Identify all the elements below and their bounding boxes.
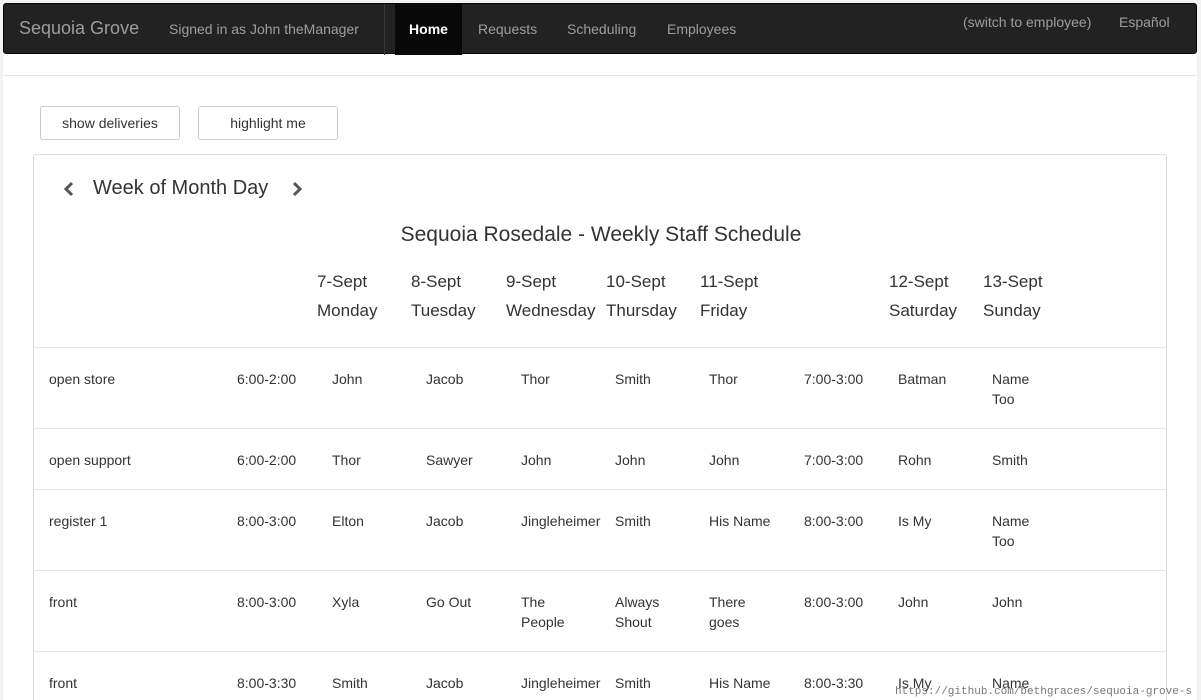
row-divider (34, 651, 1166, 652)
time-cell: 8:00-3:00 (237, 594, 297, 610)
time-cell: 8:00-3:00 (804, 513, 864, 529)
shift-cell[interactable]: Always Shout (615, 592, 670, 632)
shift-cell[interactable]: Name Too (992, 511, 1042, 551)
shift-cell[interactable]: Go Out (426, 592, 506, 612)
shift-cell[interactable]: Thor (332, 450, 412, 470)
position-cell: register 1 (49, 513, 108, 529)
shift-cell[interactable]: Jacob (426, 369, 506, 389)
shift-cell[interactable]: Xyla (332, 592, 412, 612)
shift-cell[interactable]: His Name (709, 673, 789, 693)
shift-cell[interactable]: John (992, 592, 1042, 612)
shift-cell[interactable]: Thor (521, 369, 601, 389)
nav-home[interactable]: Home (395, 4, 462, 55)
time-cell: 7:00-3:00 (804, 452, 864, 468)
row-divider (34, 570, 1166, 571)
shift-cell[interactable]: Jacob (426, 511, 506, 531)
shift-cell[interactable]: Elton (332, 511, 412, 531)
nav-divider (384, 4, 385, 55)
nav-requests[interactable]: Requests (478, 4, 537, 55)
language-link[interactable]: Español (1119, 14, 1170, 30)
shift-cell[interactable]: Thor (709, 369, 789, 389)
time-cell: 6:00-2:00 (237, 371, 297, 387)
row-divider (34, 428, 1166, 429)
shift-cell[interactable]: Smith (615, 511, 695, 531)
chevron-left-icon[interactable] (61, 181, 77, 197)
shift-cell[interactable]: Smith (615, 369, 695, 389)
time-cell: 8:00-3:00 (804, 594, 864, 610)
day-name: Wednesday (506, 301, 596, 320)
shift-cell[interactable]: Is My (898, 511, 978, 531)
time-cell: 8:00-3:30 (804, 675, 864, 691)
row-divider (34, 489, 1166, 490)
day-name: Tuesday (411, 301, 476, 320)
header-divider (3, 75, 1197, 76)
shift-cell[interactable]: Sawyer (426, 450, 506, 470)
shift-cell[interactable]: There goes (709, 592, 759, 632)
shift-cell[interactable]: John (709, 450, 789, 470)
shift-cell[interactable]: John (332, 369, 412, 389)
shift-cell[interactable]: The People (521, 592, 571, 632)
time-cell: 6:00-2:00 (237, 452, 297, 468)
schedule-title: Sequoia Rosedale - Weekly Staff Schedule (400, 223, 802, 246)
shift-cell[interactable]: His Name (709, 511, 789, 531)
signed-in-label: Signed in as John theManager (169, 21, 359, 37)
day-name: Saturday (889, 301, 958, 320)
show-deliveries-button[interactable]: show deliveries (40, 106, 180, 140)
day-date: 13-Sept (983, 272, 1043, 291)
row-divider (34, 347, 1166, 348)
day-date: 8-Sept (411, 272, 462, 291)
status-bar-url: https://github.com/bethgraces/sequoia-gr… (895, 686, 1193, 698)
nav-employees[interactable]: Employees (667, 4, 736, 55)
day-date: 11-Sept (700, 272, 759, 291)
shift-cell[interactable]: Rohn (898, 450, 978, 470)
position-cell: open store (49, 371, 116, 387)
top-navbar: Sequoia Grove Signed in as John theManag… (3, 3, 1197, 55)
shift-cell[interactable]: Smith (332, 673, 412, 693)
time-cell: 8:00-3:00 (237, 513, 297, 529)
nav-scheduling[interactable]: Scheduling (567, 4, 636, 55)
position-cell: front (49, 594, 78, 610)
shift-cell[interactable]: Jingleheimer (521, 673, 601, 693)
shift-cell[interactable]: John (898, 592, 978, 612)
time-cell: 8:00-3:30 (237, 675, 297, 691)
chevron-right-icon[interactable] (289, 181, 305, 197)
shift-cell[interactable]: Jacob (426, 673, 506, 693)
day-name: Sunday (983, 301, 1041, 320)
day-date: 10-Sept (606, 272, 666, 291)
shift-cell[interactable]: Name Too (992, 369, 1042, 409)
day-name: Friday (700, 301, 748, 320)
day-name: Thursday (606, 301, 677, 320)
day-date: 12-Sept (889, 272, 949, 291)
position-cell: open support (49, 452, 131, 468)
shift-cell[interactable]: Jingleheimer (521, 511, 601, 531)
day-date: 9-Sept (506, 272, 557, 291)
app-window: Sequoia Grove Signed in as John theManag… (3, 3, 1197, 700)
day-date: 7-Sept (317, 272, 368, 291)
time-cell: 7:00-3:00 (804, 371, 864, 387)
schedule-panel: Week of Month Day Sequoia Rosedale - Wee… (33, 154, 1167, 700)
shift-cell[interactable]: John (615, 450, 695, 470)
brand-logo-text[interactable]: Sequoia Grove (19, 18, 139, 39)
highlight-me-button[interactable]: highlight me (198, 106, 338, 140)
switch-to-employee-link[interactable]: (switch to employee) (963, 14, 1091, 30)
day-name: Monday (317, 301, 378, 320)
shift-cell[interactable]: John (521, 450, 601, 470)
shift-cell[interactable]: Smith (615, 673, 695, 693)
position-cell: front (49, 675, 78, 691)
shift-cell[interactable]: Batman (898, 369, 978, 389)
shift-cell[interactable]: Smith (992, 450, 1042, 470)
week-label: Week of Month Day (93, 177, 269, 199)
